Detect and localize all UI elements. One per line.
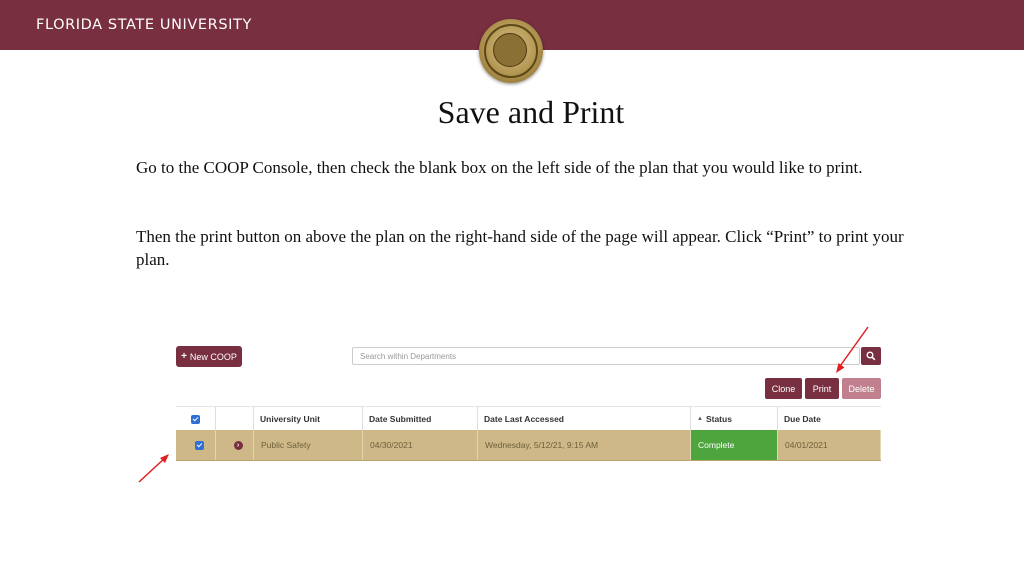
annotation-layer (138, 326, 869, 483)
arrow-to-print-icon (836, 326, 869, 373)
arrow-to-checkbox-icon (138, 454, 169, 483)
